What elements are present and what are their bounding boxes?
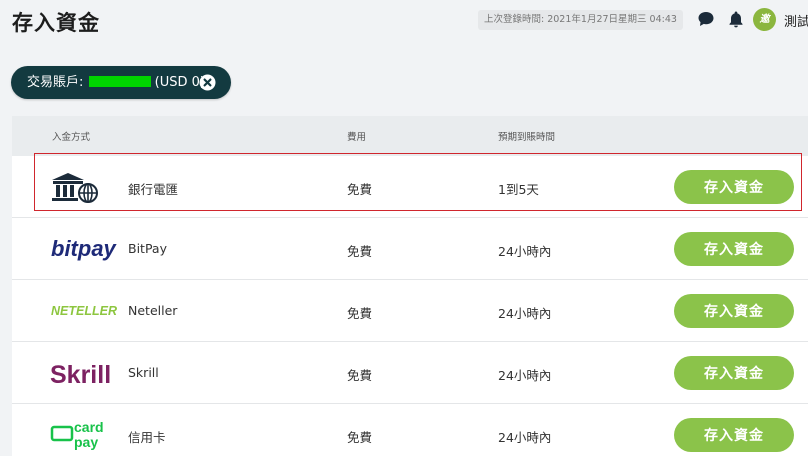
bitpay-wordmark: bitpay — [51, 236, 118, 261]
column-header-time: 預期到賬時間 — [498, 132, 556, 143]
last-login-time: 上次登錄時間: 2021年1月27日星期三 04:43 — [478, 10, 683, 30]
bitpay-logo: bitpay — [51, 236, 118, 261]
method-time: 1到5天 — [498, 182, 539, 197]
method-fee: 免費 — [347, 182, 373, 197]
table-row-bank-wire: 銀行電匯 免費 1到5天 存入資金 — [12, 156, 808, 218]
method-time: 24小時內 — [498, 368, 552, 383]
method-name: BitPay — [128, 241, 167, 256]
deposit-button-bank-wire[interactable]: 存入資金 — [674, 170, 794, 204]
deposit-button-credit-card[interactable]: 存入資金 — [674, 418, 794, 452]
table-row-credit-card: card pay 信用卡 免費 24小時內 存入資金 — [12, 404, 808, 456]
deposit-button-skrill[interactable]: 存入資金 — [674, 356, 794, 390]
table-row-bitpay: bitpay BitPay 免費 24小時內 存入資金 — [12, 218, 808, 280]
page-title: 存入資金 — [12, 11, 100, 35]
table-row-skrill: Skrill Skrill 免費 24小時內 存入資金 — [12, 342, 808, 404]
avatar[interactable]: 邀 — [753, 8, 776, 31]
skrill-logo: Skrill — [50, 361, 111, 389]
neteller-logo: NETELLER — [51, 304, 117, 318]
close-icon[interactable] — [199, 74, 216, 91]
account-number-redacted — [88, 75, 151, 87]
method-time: 24小時內 — [498, 244, 552, 259]
username[interactable]: 測試 — [784, 11, 808, 30]
method-name: Neteller — [128, 303, 178, 318]
bell-icon[interactable] — [727, 10, 745, 28]
account-label: 交易賬戶: — [27, 75, 88, 90]
cardpay-wordmark-bottom: pay — [74, 434, 98, 450]
cardpay-wordmark-top: card — [74, 419, 104, 435]
method-name: 信用卡 — [128, 430, 166, 445]
column-header-method: 入金方式 — [52, 132, 91, 143]
skrill-wordmark: Skrill — [50, 361, 111, 389]
method-name: 銀行電匯 — [128, 182, 179, 197]
method-fee: 免費 — [347, 368, 373, 383]
method-name: Skrill — [128, 365, 159, 380]
chat-icon[interactable] — [697, 10, 715, 28]
method-time: 24小時內 — [498, 306, 552, 321]
table-row-neteller: NETELLER Neteller 免費 24小時內 存入資金 — [12, 280, 808, 342]
table-header: 入金方式 費用 預期到賬時間 — [12, 116, 808, 156]
method-fee: 免費 — [347, 430, 373, 445]
bank-wire-icon — [52, 173, 98, 203]
account-balance: (USD 0) — [150, 75, 205, 90]
method-time: 24小時內 — [498, 430, 552, 445]
neteller-wordmark: NETELLER — [51, 304, 117, 318]
column-header-fee: 費用 — [347, 132, 367, 143]
deposit-button-neteller[interactable]: 存入資金 — [674, 294, 794, 328]
deposit-button-bitpay[interactable]: 存入資金 — [674, 232, 794, 266]
method-fee: 免費 — [347, 244, 373, 259]
deposit-methods-table: 入金方式 費用 預期到賬時間 銀行電匯 免費 1到5天 存入資金 bitpay … — [12, 116, 808, 456]
method-fee: 免費 — [347, 306, 373, 321]
account-selector[interactable]: 交易賬戶: (USD 0) — [11, 66, 231, 99]
cardpay-logo: card pay — [50, 419, 104, 450]
